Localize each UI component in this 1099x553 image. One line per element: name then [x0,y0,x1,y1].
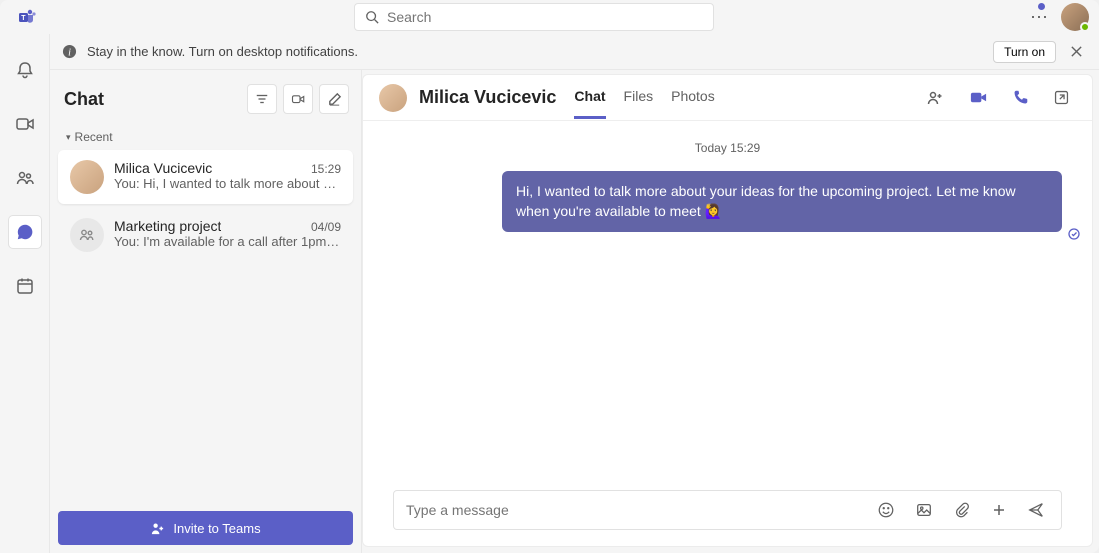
notification-dot [1038,3,1045,10]
composer-input[interactable] [406,502,861,518]
conversation-pane: Milica Vucicevic Chat Files Photos [362,74,1093,547]
turn-on-button[interactable]: Turn on [993,41,1056,63]
group-avatar-icon [70,218,104,252]
conversation-avatar [379,84,407,112]
message-list: Today 15:29 Hi, I wanted to talk more ab… [363,121,1092,480]
close-icon[interactable] [1066,41,1087,62]
search-icon [365,10,379,24]
send-icon[interactable] [1023,497,1049,523]
chat-item-time: 15:29 [311,162,341,176]
rail-activity[interactable] [9,54,41,86]
emoji-icon[interactable] [873,497,899,523]
search-input[interactable] [387,9,703,25]
chat-item-name: Milica Vucicevic [114,160,212,176]
tab-photos[interactable]: Photos [671,76,715,119]
video-call-button[interactable] [963,82,994,113]
chat-item-preview: You: I'm available for a call after 1pm … [114,234,341,250]
chat-list-title: Chat [64,89,241,110]
conversation-header: Milica Vucicevic Chat Files Photos [363,75,1092,121]
notification-banner: i Stay in the know. Turn on desktop noti… [50,34,1099,70]
attach-icon[interactable] [949,497,975,523]
caret-down-icon: ▾ [66,132,71,143]
chat-list-item[interactable]: Marketing project 04/09 You: I'm availab… [58,208,353,262]
rail-teams[interactable] [9,162,41,194]
app-rail [0,34,50,553]
search-box[interactable] [354,3,714,31]
notification-text: Stay in the know. Turn on desktop notifi… [87,44,358,59]
rail-calendar[interactable] [9,270,41,302]
rail-video[interactable] [9,108,41,140]
invite-to-teams-button[interactable]: Invite to Teams [58,511,353,545]
message-row: Hi, I wanted to talk more about your ide… [393,171,1062,232]
more-menu-icon[interactable]: ⋯ [1030,7,1049,27]
chat-item-name: Marketing project [114,218,221,234]
teams-logo-icon: T [16,6,38,28]
svg-text:T: T [21,15,26,22]
avatar-icon [70,160,104,194]
rail-chat[interactable] [9,216,41,248]
read-receipt-icon [1068,228,1080,240]
new-chat-button[interactable] [319,84,349,114]
svg-text:i: i [68,47,71,58]
add-people-button[interactable] [919,82,951,114]
filter-button[interactable] [247,84,277,114]
user-avatar[interactable] [1061,3,1089,31]
message-composer[interactable] [393,490,1062,530]
section-recent[interactable]: ▾ Recent [50,120,361,148]
image-icon[interactable] [911,497,937,523]
time-divider: Today 15:29 [393,141,1062,155]
tab-chat[interactable]: Chat [574,76,605,119]
tab-files[interactable]: Files [624,76,654,119]
more-actions-icon[interactable] [987,498,1011,522]
chat-list-item[interactable]: Milica Vucicevic 15:29 You: Hi, I wanted… [58,150,353,204]
audio-call-button[interactable] [1006,83,1035,112]
chat-list-panel: Chat ▾ Recent [50,70,362,553]
invite-icon [150,521,165,536]
conversation-title: Milica Vucicevic [419,87,556,108]
message-bubble[interactable]: Hi, I wanted to talk more about your ide… [502,171,1062,232]
chat-item-preview: You: Hi, I wanted to talk more about you… [114,176,341,191]
info-icon: i [62,44,77,59]
chat-item-time: 04/09 [311,220,341,234]
popout-button[interactable] [1047,83,1076,112]
presence-available-icon [1080,22,1090,32]
title-bar: T ⋯ [0,0,1099,34]
meet-now-button[interactable] [283,84,313,114]
